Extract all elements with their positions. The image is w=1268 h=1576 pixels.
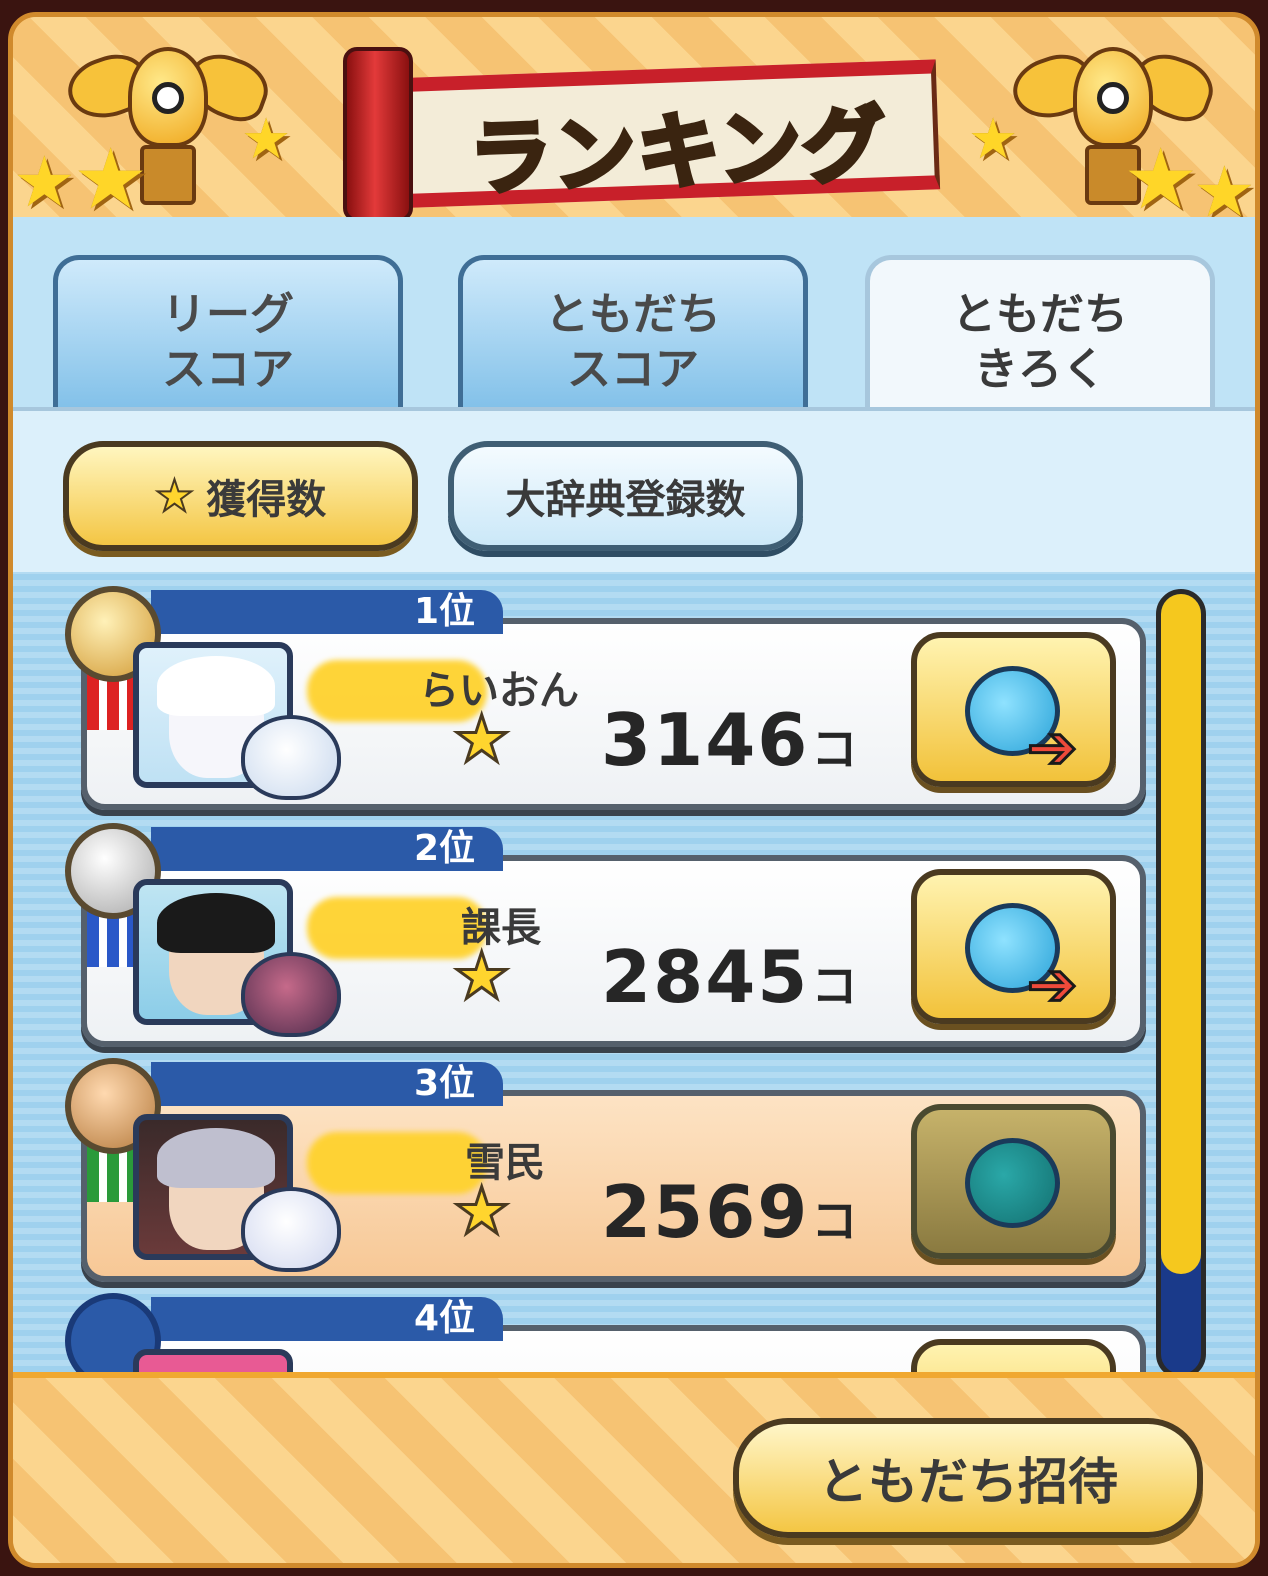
rank-label: 3位 — [151, 1062, 503, 1106]
avatar[interactable] — [133, 1349, 293, 1372]
ranking-list[interactable]: 1位 らいおん ★ 3146コ ➔ 2位 課長 ★ 2845コ ➔ 3位 雪民 … — [13, 572, 1255, 1372]
rank-label: 2位 — [151, 827, 503, 871]
rank-label: 4位 — [151, 1297, 503, 1341]
tab-friend-records[interactable]: ともだち きろく — [865, 255, 1215, 415]
score-value: 2845コ — [601, 935, 860, 1019]
star-icon: ★ — [451, 1175, 511, 1249]
score-value: 2569コ — [601, 1170, 860, 1254]
star-icon: ★ — [451, 940, 511, 1014]
filter-stars-button[interactable]: ★ 獲得数 — [63, 441, 418, 551]
star-icon: ★ — [73, 130, 149, 228]
rank-label: 1位 — [151, 590, 503, 634]
send-soul-button[interactable] — [911, 1339, 1116, 1372]
footer: ともだち招待 — [13, 1372, 1255, 1563]
filter-encyclopedia-button[interactable]: 大辞典登録数 — [448, 441, 803, 551]
buddy-icon — [241, 952, 341, 1037]
tab-friend-score[interactable]: ともだち スコア — [458, 255, 808, 415]
buddy-icon — [241, 715, 341, 800]
send-soul-button[interactable]: ➔ — [911, 869, 1116, 1024]
soul-icon — [965, 1138, 1060, 1228]
filter-encyclopedia-label: 大辞典登録数 — [505, 477, 746, 523]
tab-bar: リーグ スコア ともだち スコア ともだち きろく — [13, 217, 1255, 417]
ranking-row: 4位 — [61, 1293, 1146, 1372]
page-title: ランキング — [465, 95, 891, 210]
star-icon: ★ — [451, 703, 511, 777]
invite-friends-label: ともだち招待 — [818, 1453, 1118, 1511]
send-soul-button[interactable]: ➔ — [911, 632, 1116, 787]
star-icon: ★ — [241, 107, 292, 172]
star-icon: ★ — [1123, 130, 1199, 228]
ranking-row: 2位 課長 ★ 2845コ ➔ — [61, 823, 1146, 1049]
title-scroll: ランキング — [343, 47, 943, 222]
ranking-window: ★ ★ ★ ランキング ★ ★ ★ リーグ スコア ともだち スコア ともだち … — [8, 12, 1260, 1568]
tab-league-score[interactable]: リーグ スコア — [53, 255, 403, 415]
score-value: 3146コ — [601, 698, 860, 782]
invite-friends-button[interactable]: ともだち招待 — [733, 1418, 1203, 1538]
arrow-right-icon: ➔ — [1025, 713, 1078, 783]
star-icon: ★ — [13, 141, 76, 223]
star-icon: ★ — [968, 107, 1019, 172]
ranking-row: 1位 らいおん ★ 3146コ ➔ — [61, 586, 1146, 812]
send-soul-button[interactable] — [911, 1104, 1116, 1259]
header: ★ ★ ★ ランキング ★ ★ ★ — [13, 17, 1255, 227]
star-icon: ★ — [154, 470, 195, 523]
ranking-row-self: 3位 雪民 ★ 2569コ — [61, 1058, 1146, 1284]
buddy-icon — [241, 1187, 341, 1272]
filter-stars-label: 獲得数 — [206, 477, 327, 523]
filter-bar: ★ 獲得数 大辞典登録数 — [13, 407, 1255, 577]
scrollbar-thumb[interactable] — [1161, 594, 1201, 1274]
arrow-right-icon: ➔ — [1025, 950, 1078, 1020]
